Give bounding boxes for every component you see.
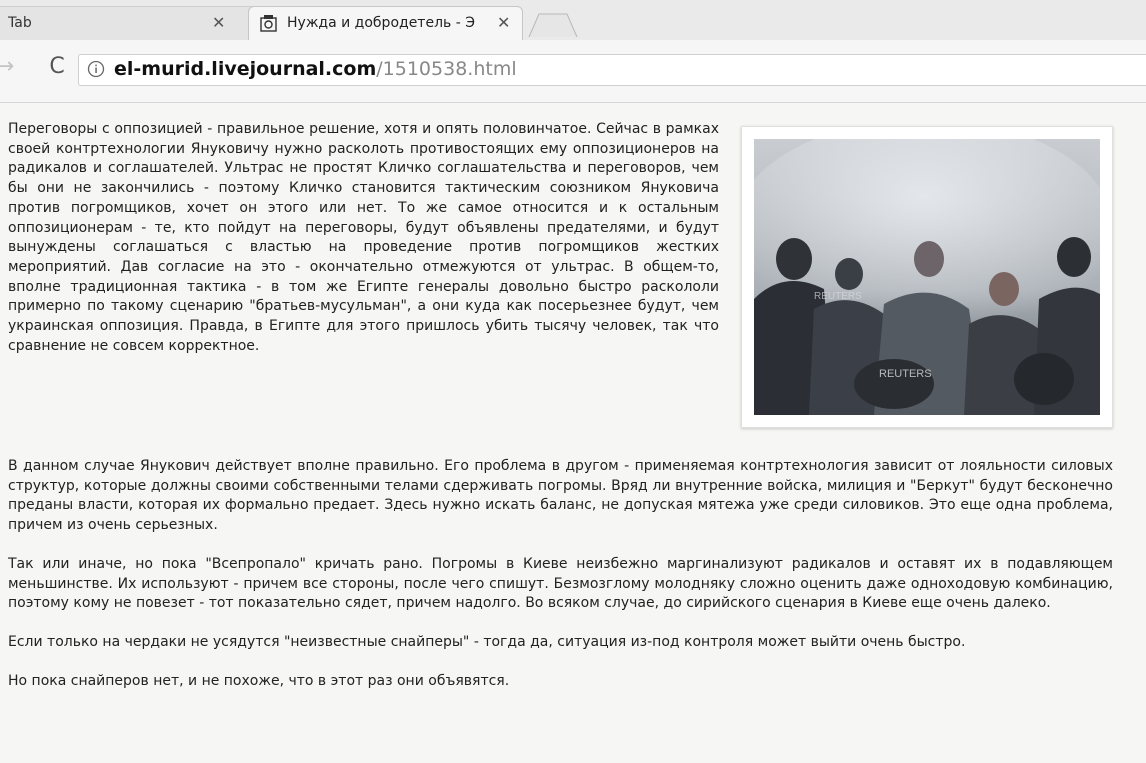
- url-host: el-murid.livejournal.com: [114, 58, 377, 80]
- browser-toolbar: → C el-murid.livejournal.com/1510538.htm…: [0, 40, 1146, 103]
- article-body: REUTERS REUTERS Переговоры с оппозицией …: [8, 120, 1113, 710]
- image-watermark: REUTERS: [879, 368, 932, 380]
- paragraph: Но пока снайперов нет, и не похоже, что …: [8, 672, 510, 689]
- info-icon[interactable]: [87, 60, 105, 78]
- protest-photo-image: REUTERS REUTERS: [754, 139, 1100, 415]
- tab-active[interactable]: Нужда и добродетель - Э ✕: [248, 6, 523, 40]
- paragraph: В данном случае Янукович действует вполн…: [8, 458, 1113, 534]
- tab-title: Нужда и добродетель - Э: [287, 15, 476, 31]
- tab-inactive[interactable]: Tab ✕: [0, 6, 256, 40]
- image-watermark: REUTERS: [814, 291, 862, 302]
- back-icon[interactable]: →: [0, 54, 18, 80]
- close-icon[interactable]: ✕: [212, 13, 225, 32]
- tab-title: Tab: [8, 15, 32, 31]
- url-text[interactable]: el-murid.livejournal.com/1510538.html: [114, 58, 517, 80]
- favicon-icon: [260, 15, 277, 32]
- reload-icon[interactable]: C: [44, 54, 70, 80]
- paragraph: Если только на чердаки не усядутся "неиз…: [8, 633, 966, 650]
- tab-strip: Tab ✕ Нужда и добродетель - Э ✕: [0, 0, 1146, 41]
- close-icon[interactable]: ✕: [497, 13, 510, 32]
- new-tab-button[interactable]: [527, 12, 579, 38]
- paragraph: Так или иначе, но пока "Всепропало" крич…: [8, 555, 1113, 612]
- url-path: /1510538.html: [376, 58, 517, 80]
- address-bar[interactable]: el-murid.livejournal.com/1510538.html: [78, 54, 1146, 86]
- article-photo: REUTERS REUTERS: [741, 126, 1113, 428]
